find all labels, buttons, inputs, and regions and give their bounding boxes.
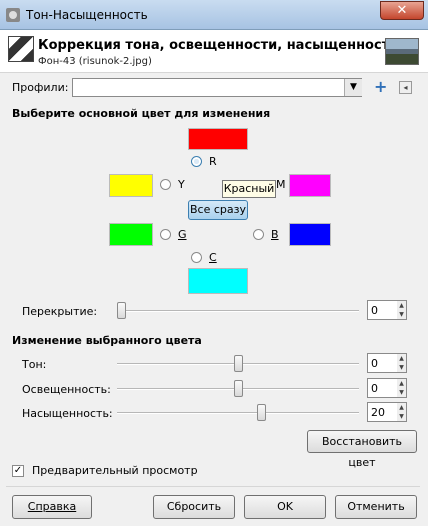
window-title: Тон-Насыщенность [26, 8, 148, 22]
radio-yellow-label: Y [178, 178, 185, 191]
radio-magenta-label: M [276, 178, 286, 191]
saturation-value: 20 [371, 406, 385, 419]
dialog-title: Коррекция тона, освещенности, насыщеннос… [38, 38, 399, 53]
overlap-spinbox[interactable]: 0 ▲ ▼ [367, 300, 407, 320]
saturation-label: Насыщенность: [22, 407, 113, 420]
spin-down-icon[interactable]: ▼ [397, 310, 406, 319]
profiles-combo[interactable] [72, 78, 362, 97]
radio-blue[interactable] [253, 229, 264, 240]
edit-color-heading: Изменение выбранного цвета [12, 334, 202, 347]
spin-down-icon[interactable]: ▼ [397, 388, 406, 397]
radio-green-label: G [178, 228, 187, 241]
hue-saturation-icon [8, 36, 34, 62]
overlap-label: Перекрытие: [22, 305, 98, 318]
ok-button[interactable]: OK [244, 495, 326, 519]
cancel-button[interactable]: Отменить [335, 495, 417, 519]
lightness-slider-thumb[interactable] [233, 380, 243, 397]
hue-slider-thumb[interactable] [233, 355, 243, 372]
hue-value: 0 [371, 357, 378, 370]
radio-green[interactable] [160, 229, 171, 240]
help-button[interactable]: Справка [12, 495, 92, 519]
hue-spinbox[interactable]: 0 ▲ ▼ [367, 353, 407, 373]
spin-down-icon[interactable]: ▼ [397, 412, 406, 421]
saturation-slider-thumb[interactable] [256, 404, 266, 421]
blue-swatch[interactable] [289, 223, 331, 246]
green-swatch[interactable] [109, 223, 153, 246]
preview-label: Предварительный просмотр [32, 464, 198, 477]
spin-down-icon[interactable]: ▼ [397, 363, 406, 372]
saturation-slider-track[interactable] [117, 412, 359, 414]
reset-button[interactable]: Сбросить [153, 495, 235, 519]
preset-menu-icon[interactable]: ◂ [399, 81, 412, 94]
radio-cyan-label: C [209, 251, 217, 264]
lightness-spinbox[interactable]: 0 ▲ ▼ [367, 378, 407, 398]
overlap-slider-thumb[interactable] [117, 302, 126, 319]
reset-color-button[interactable]: Восстановить цвет [307, 430, 417, 469]
hue-label: Тон: [22, 358, 47, 371]
spin-up-icon[interactable]: ▲ [397, 403, 406, 412]
radio-red-label: R [209, 155, 217, 168]
lightness-label: Освещенность: [22, 383, 111, 396]
radio-blue-label: B [271, 228, 279, 241]
overlap-slider-track[interactable] [117, 310, 359, 312]
close-button[interactable]: ✕ [380, 1, 424, 20]
gimp-app-icon [6, 8, 20, 22]
profiles-label: Профили: [12, 81, 69, 94]
chevron-down-icon[interactable]: ▼ [344, 79, 362, 96]
tooltip: Красный [222, 180, 276, 198]
preview-checkbox[interactable]: ✓ [12, 465, 24, 477]
saturation-spinbox[interactable]: 20 ▲ ▼ [367, 402, 407, 422]
divider [6, 486, 420, 487]
radio-cyan[interactable] [191, 252, 202, 263]
checkmark-icon: ✓ [13, 465, 23, 476]
red-swatch[interactable] [188, 128, 248, 150]
image-thumbnail [385, 38, 419, 65]
all-colors-button[interactable]: Все сразу [188, 200, 248, 220]
lightness-value: 0 [371, 382, 378, 395]
window-titlebar: Тон-Насыщенность ✕ [0, 0, 428, 30]
magenta-swatch[interactable] [289, 174, 331, 197]
cyan-swatch[interactable] [188, 268, 248, 294]
spin-up-icon[interactable]: ▲ [397, 301, 406, 310]
yellow-swatch[interactable] [109, 174, 153, 197]
radio-red[interactable] [191, 156, 202, 167]
spin-up-icon[interactable]: ▲ [397, 354, 406, 363]
dialog-header: Коррекция тона, освещенности, насыщеннос… [0, 30, 428, 73]
dialog-subtitle: Фон-43 (risunok-2.jpg) [38, 56, 152, 67]
add-preset-icon[interactable]: + [374, 79, 387, 95]
overlap-value: 0 [371, 304, 378, 317]
spin-up-icon[interactable]: ▲ [397, 379, 406, 388]
radio-yellow[interactable] [160, 179, 171, 190]
primary-color-heading: Выберите основной цвет для изменения [12, 107, 271, 120]
